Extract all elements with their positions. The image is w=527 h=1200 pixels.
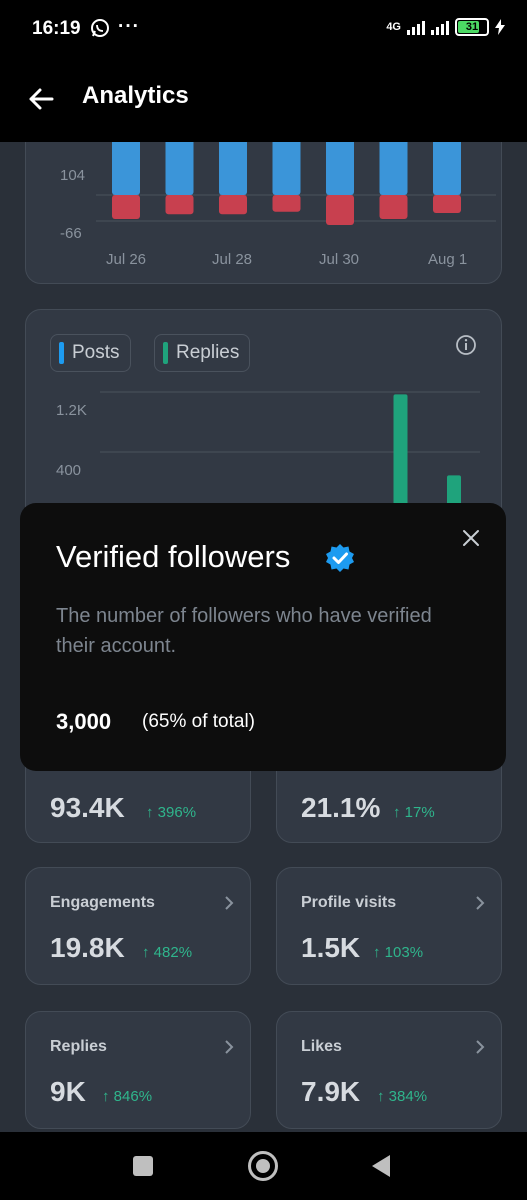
- x-tick-label: Jul 30: [319, 251, 360, 268]
- stat-label: Likes: [301, 1038, 342, 1055]
- verified-followers-popup: Verified followers The number of followe…: [20, 503, 506, 771]
- stat-card-replies[interactable]: Replies 9K ↑ 846%: [25, 1011, 251, 1129]
- legend-posts-swatch: [59, 342, 64, 364]
- stat-value: 7.9K: [301, 1076, 361, 1107]
- x-tick-label: Aug 1: [428, 251, 468, 268]
- negative-bar: [272, 195, 301, 212]
- negative-bar: [326, 195, 354, 225]
- stat-label: Engagements: [50, 894, 155, 911]
- negative-bar: [112, 195, 140, 219]
- stat-change: ↑ 846%: [102, 1088, 153, 1105]
- more-notifications-icon: ···: [118, 16, 140, 37]
- negative-bar: [379, 195, 408, 219]
- y-tick-label: -66: [60, 225, 82, 242]
- page-title: Analytics: [82, 82, 189, 109]
- popup-title: Verified followers: [56, 539, 291, 574]
- posts-replies-chart: [100, 391, 480, 510]
- legend-posts[interactable]: Posts: [50, 334, 131, 372]
- stat-card-profile-visits[interactable]: Profile visits 1.5K ↑ 103%: [276, 867, 502, 985]
- recents-button[interactable]: [133, 1156, 153, 1176]
- signal-icon-2: [431, 19, 449, 35]
- stat-value: 9K: [50, 1076, 86, 1107]
- status-time: 16:19: [32, 18, 81, 39]
- system-nav-bar: [0, 1132, 527, 1200]
- back-arrow-icon[interactable]: [26, 84, 56, 114]
- verified-badge-icon: [326, 544, 354, 572]
- chevron-right-icon: [476, 1040, 485, 1054]
- legend-posts-label: Posts: [72, 342, 120, 363]
- positive-bar: [112, 142, 140, 195]
- negative-bar: [219, 195, 247, 215]
- positive-bar: [165, 142, 194, 195]
- verified-count: 3,000: [56, 709, 112, 734]
- negative-bar: [433, 195, 461, 213]
- app-bar: Analytics: [0, 60, 527, 142]
- y-tick-label: 104: [60, 167, 86, 184]
- stat-card-likes[interactable]: Likes 7.9K ↑ 384%: [276, 1011, 502, 1129]
- stat-change: ↑ 384%: [377, 1088, 428, 1105]
- positive-bar: [379, 142, 408, 195]
- battery-level: 31: [465, 21, 479, 33]
- network-type-label: 4G: [386, 21, 401, 33]
- chevron-right-icon: [225, 896, 234, 910]
- verified-percent: (65% of total): [142, 711, 255, 732]
- x-tick-label: Jul 28: [212, 251, 253, 268]
- stat-label: Profile visits: [301, 894, 397, 911]
- legend-replies[interactable]: Replies: [154, 334, 251, 372]
- negative-bar: [165, 195, 194, 215]
- home-button[interactable]: [248, 1151, 278, 1181]
- positive-bar: [219, 142, 247, 195]
- positive-bar: [433, 142, 461, 195]
- stat-value: 1.5K: [301, 932, 361, 963]
- popup-description: The number of followers who have verifie…: [56, 605, 432, 657]
- stat-card-engagements[interactable]: Engagements 19.8K ↑ 482%: [25, 867, 251, 985]
- stat-change: ↑ 17%: [393, 804, 435, 821]
- info-icon[interactable]: [455, 334, 477, 356]
- y-tick-label: 400: [56, 462, 82, 479]
- chevron-right-icon: [476, 896, 485, 910]
- stat-value: 93.4K: [50, 792, 125, 823]
- close-icon[interactable]: [460, 527, 482, 549]
- stat-value: 19.8K: [50, 932, 125, 963]
- impressions-chart: [96, 142, 496, 225]
- replies-bar: [393, 394, 408, 510]
- charging-icon: [495, 19, 505, 35]
- y-tick-label: 1.2K: [56, 402, 87, 419]
- positive-bar: [326, 142, 354, 195]
- status-bar: 16:19 ··· 4G 31: [0, 0, 527, 60]
- chevron-right-icon: [225, 1040, 234, 1054]
- whatsapp-icon: [91, 19, 109, 37]
- status-icons: 4G 31: [386, 18, 505, 36]
- stat-change: ↑ 396%: [146, 804, 197, 821]
- impressions-chart-card: 104 -66 Jul 26 Jul 28 Jul 30 Aug 1: [25, 142, 502, 284]
- stat-change: ↑ 482%: [142, 944, 193, 961]
- legend-replies-label: Replies: [176, 342, 240, 363]
- battery-icon: 31: [455, 18, 489, 36]
- legend-replies-swatch: [163, 342, 168, 364]
- stat-label: Replies: [50, 1038, 107, 1055]
- back-button[interactable]: [370, 1153, 392, 1179]
- positive-bar: [272, 142, 301, 195]
- stat-change: ↑ 103%: [373, 944, 424, 961]
- x-tick-label: Jul 26: [106, 251, 147, 268]
- signal-icon: [407, 19, 425, 35]
- stat-value: 21.1%: [301, 792, 381, 823]
